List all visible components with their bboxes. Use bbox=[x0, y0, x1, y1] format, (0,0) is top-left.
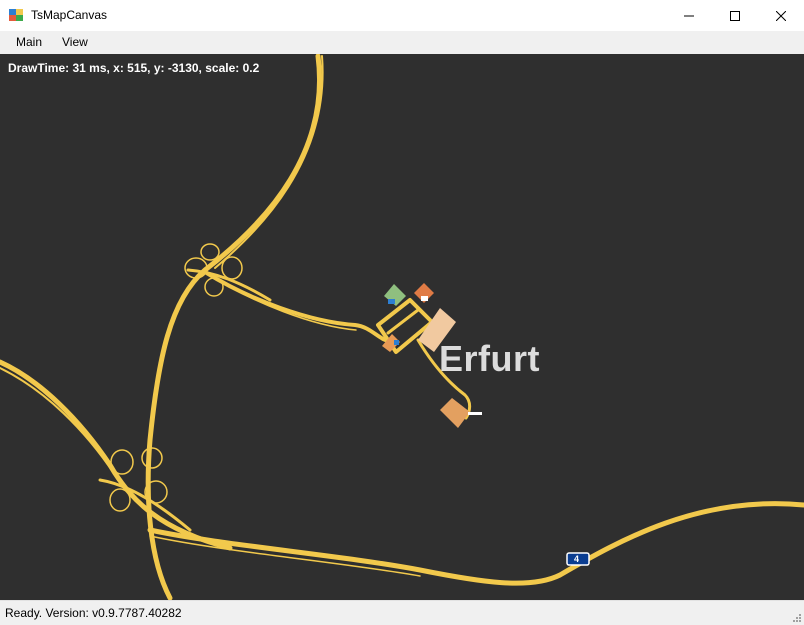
status-text: Ready. Version: v0.9.7787.40282 bbox=[5, 606, 182, 620]
resize-grip-icon[interactable] bbox=[791, 612, 801, 622]
window-title: TsMapCanvas bbox=[31, 8, 108, 22]
app-icon bbox=[9, 9, 23, 21]
menu-main[interactable]: Main bbox=[16, 35, 42, 49]
motorway-a4 bbox=[147, 501, 804, 586]
minimize-icon bbox=[684, 15, 694, 16]
maximize-icon bbox=[730, 10, 740, 21]
close-icon bbox=[776, 10, 786, 21]
map-canvas[interactable]: DrawTime: 31 ms, x: 515, y: -3130, scale… bbox=[0, 54, 804, 600]
city-label-erfurt: Erfurt bbox=[439, 338, 540, 379]
menu-view[interactable]: View bbox=[62, 35, 88, 49]
status-bar: Ready. Version: v0.9.7787.40282 bbox=[0, 600, 804, 625]
map-roads bbox=[0, 54, 804, 600]
menu-bar: Main View bbox=[0, 31, 804, 54]
draw-info: DrawTime: 31 ms, x: 515, y: -3130, scale… bbox=[8, 61, 260, 75]
minimize-button[interactable] bbox=[666, 0, 712, 31]
title-bar: TsMapCanvas bbox=[0, 0, 804, 31]
road-shield-label: 4 bbox=[574, 554, 580, 564]
close-button[interactable] bbox=[758, 0, 804, 31]
maximize-button[interactable] bbox=[712, 0, 758, 31]
